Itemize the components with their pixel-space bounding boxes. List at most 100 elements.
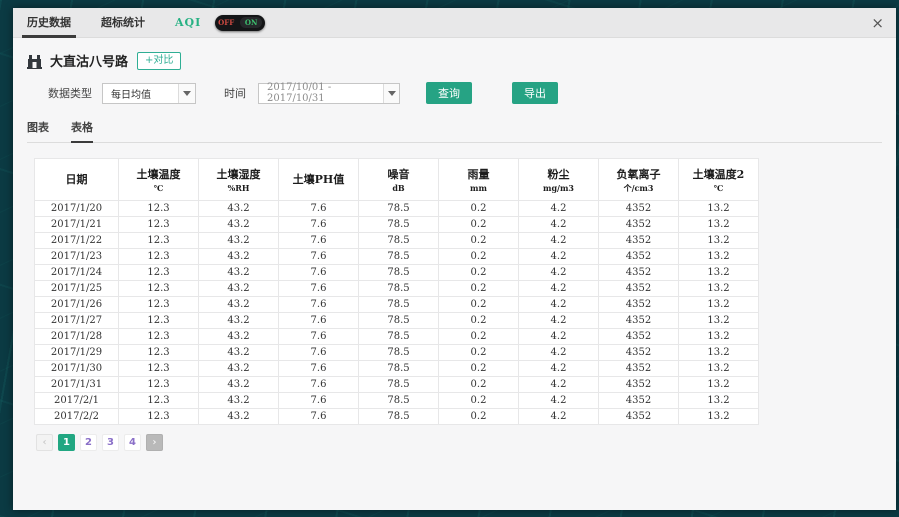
table-cell: 2017/2/1 <box>35 393 119 409</box>
tab-table[interactable]: 表格 <box>71 119 93 142</box>
station-icon <box>26 53 43 69</box>
aqi-label: AQI <box>175 16 201 29</box>
data-type-label: 数据类型 <box>48 85 92 101</box>
tab-exceed-statistics[interactable]: 超标统计 <box>101 8 145 38</box>
table-cell: 4.2 <box>519 249 599 265</box>
table-cell: 43.2 <box>199 297 279 313</box>
time-range-select[interactable]: 2017/10/01 - 2017/10/31 <box>258 83 400 104</box>
table-cell: 4.2 <box>519 313 599 329</box>
query-button[interactable]: 查询 <box>426 82 472 104</box>
table-cell: 4352 <box>599 281 679 297</box>
table-cell: 43.2 <box>199 393 279 409</box>
table-cell: 4.2 <box>519 297 599 313</box>
table-row: 2017/1/2912.343.27.678.50.24.2435213.2 <box>35 345 759 361</box>
table-cell: 43.2 <box>199 409 279 425</box>
column-header: 土壤温度2℃ <box>679 159 759 201</box>
data-type-select[interactable]: 每日均值 <box>102 83 196 104</box>
table-cell: 12.3 <box>119 313 199 329</box>
table-cell: 78.5 <box>359 361 439 377</box>
page-button[interactable]: 1 <box>58 434 75 451</box>
column-title: 噪音 <box>388 168 410 181</box>
table-cell: 13.2 <box>679 281 759 297</box>
prev-page-button[interactable]: ‹ <box>36 434 53 451</box>
page-button[interactable]: 4 <box>124 434 141 451</box>
table-row: 2017/1/2312.343.27.678.50.24.2435213.2 <box>35 249 759 265</box>
page-button[interactable]: 2 <box>80 434 97 451</box>
table-cell: 4.2 <box>519 393 599 409</box>
table-cell: 4352 <box>599 217 679 233</box>
table-cell: 13.2 <box>679 297 759 313</box>
toggle-on-label: ON <box>240 17 263 28</box>
table-cell: 0.2 <box>439 297 519 313</box>
page-button[interactable]: 3 <box>102 434 119 451</box>
table-cell: 7.6 <box>279 345 359 361</box>
column-unit: 个/cm3 <box>601 183 676 194</box>
column-title: 土壤温度 <box>137 168 181 181</box>
table-cell: 43.2 <box>199 233 279 249</box>
table-cell: 0.2 <box>439 377 519 393</box>
time-range-value: 2017/10/01 - 2017/10/31 <box>267 82 383 104</box>
table-row: 2017/1/2212.343.27.678.50.24.2435213.2 <box>35 233 759 249</box>
table-cell: 13.2 <box>679 265 759 281</box>
close-icon[interactable]: × <box>871 8 884 38</box>
next-page-button[interactable]: › <box>146 434 163 451</box>
table-cell: 13.2 <box>679 329 759 345</box>
column-title: 雨量 <box>468 168 490 181</box>
table-cell: 78.5 <box>359 329 439 345</box>
aqi-toggle[interactable]: OFF ON <box>215 15 265 31</box>
table-cell: 12.3 <box>119 233 199 249</box>
compare-button[interactable]: +对比 <box>137 52 181 70</box>
table-row: 2017/1/2412.343.27.678.50.24.2435213.2 <box>35 265 759 281</box>
table-cell: 2017/1/21 <box>35 217 119 233</box>
table-cell: 13.2 <box>679 345 759 361</box>
column-title: 土壤PH值 <box>293 173 345 186</box>
column-header: 土壤PH值 <box>279 159 359 201</box>
table-cell: 13.2 <box>679 217 759 233</box>
table-cell: 13.2 <box>679 377 759 393</box>
table-cell: 43.2 <box>199 313 279 329</box>
table-cell: 12.3 <box>119 297 199 313</box>
table-row: 2017/2/112.343.27.678.50.24.2435213.2 <box>35 393 759 409</box>
column-header: 日期 <box>35 159 119 201</box>
column-title: 负氧离子 <box>617 168 661 181</box>
export-button[interactable]: 导出 <box>512 82 558 104</box>
table-cell: 78.5 <box>359 345 439 361</box>
table-cell: 2017/1/22 <box>35 233 119 249</box>
table-cell: 4352 <box>599 393 679 409</box>
tab-history-data[interactable]: 历史数据 <box>27 8 71 38</box>
table-cell: 12.3 <box>119 201 199 217</box>
table-cell: 2017/1/27 <box>35 313 119 329</box>
table-cell: 4352 <box>599 329 679 345</box>
table-cell: 12.3 <box>119 377 199 393</box>
table-cell: 7.6 <box>279 297 359 313</box>
topbar: 历史数据 超标统计 AQI OFF ON × <box>13 8 896 38</box>
column-unit: mg/m3 <box>521 183 596 193</box>
table-cell: 43.2 <box>199 345 279 361</box>
table-cell: 78.5 <box>359 377 439 393</box>
table-cell: 43.2 <box>199 217 279 233</box>
table-cell: 12.3 <box>119 249 199 265</box>
table-cell: 78.5 <box>359 281 439 297</box>
column-title: 土壤温度2 <box>693 168 745 181</box>
table-cell: 7.6 <box>279 233 359 249</box>
column-unit: %RH <box>201 183 276 193</box>
table-cell: 2017/1/20 <box>35 201 119 217</box>
column-header: 负氧离子个/cm3 <box>599 159 679 201</box>
table-cell: 0.2 <box>439 201 519 217</box>
table-cell: 13.2 <box>679 393 759 409</box>
table-cell: 7.6 <box>279 377 359 393</box>
table-cell: 4352 <box>599 265 679 281</box>
table-cell: 4.2 <box>519 233 599 249</box>
table-cell: 2017/1/28 <box>35 329 119 345</box>
station-row: 大直沽八号路 +对比 <box>26 51 896 70</box>
table-row: 2017/2/212.343.27.678.50.24.2435213.2 <box>35 409 759 425</box>
tab-chart[interactable]: 图表 <box>27 119 49 142</box>
column-unit: dB <box>361 183 436 193</box>
table-cell: 13.2 <box>679 233 759 249</box>
column-unit: ℃ <box>121 183 196 193</box>
table-cell: 4.2 <box>519 281 599 297</box>
table-cell: 12.3 <box>119 329 199 345</box>
table-cell: 4.2 <box>519 201 599 217</box>
column-header: 粉尘mg/m3 <box>519 159 599 201</box>
table-cell: 2017/1/29 <box>35 345 119 361</box>
